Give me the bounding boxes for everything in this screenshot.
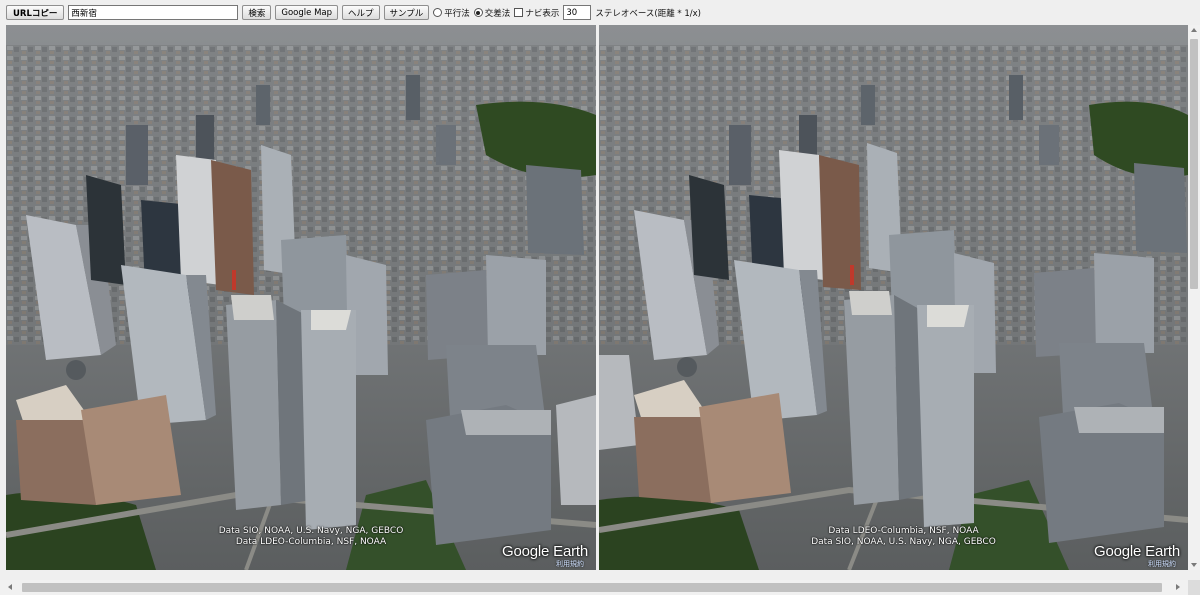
- parallel-radio[interactable]: [433, 8, 443, 17]
- triangle-up-icon[interactable]: [1191, 28, 1197, 32]
- stereo-base-input[interactable]: [563, 5, 592, 20]
- right-earth-view[interactable]: Data LDEO-Columbia, NSF, NOAA Data SIO, …: [599, 25, 1188, 570]
- terms-link[interactable]: 利用規約: [556, 559, 584, 569]
- cross-label: 交差法: [484, 8, 511, 19]
- navi-label: ナビ表示: [525, 8, 560, 19]
- sample-button[interactable]: サンプル: [383, 5, 430, 20]
- search-button[interactable]: 検索: [242, 5, 272, 20]
- toolbar: URLコピー 検索 Google Map ヘルプ サンプル 平行法 交差法 ナビ…: [0, 0, 1200, 25]
- aerial-city-image: [6, 25, 596, 570]
- vertical-scroll-thumb[interactable]: [1190, 39, 1198, 289]
- stereo-base-label: ステレオベース(距離 * 1/x): [595, 8, 701, 19]
- triangle-left-icon[interactable]: [8, 584, 12, 590]
- aerial-city-image: [599, 25, 1188, 570]
- google-earth-logo: Google Earth: [1094, 543, 1180, 560]
- horizontal-scrollbar[interactable]: [0, 580, 1188, 595]
- cross-option[interactable]: 交差法: [473, 7, 511, 19]
- vertical-scrollbar[interactable]: [1188, 25, 1200, 570]
- terms-link[interactable]: 利用規約: [1148, 559, 1176, 569]
- triangle-right-icon[interactable]: [1176, 584, 1180, 590]
- google-map-button[interactable]: Google Map: [275, 5, 339, 20]
- horizontal-scroll-thumb[interactable]: [22, 583, 1162, 592]
- navi-checkbox[interactable]: [514, 8, 524, 17]
- search-input[interactable]: [68, 5, 239, 20]
- parallel-label: 平行法: [444, 8, 470, 19]
- parallel-option[interactable]: 平行法: [433, 7, 470, 19]
- scrollbar-corner: [1188, 580, 1200, 595]
- google-earth-logo: Google Earth: [502, 543, 588, 560]
- left-earth-view[interactable]: Data SIO, NOAA, U.S. Navy, NGA, GEBCO Da…: [6, 25, 596, 570]
- triangle-down-icon[interactable]: [1191, 563, 1197, 567]
- help-button[interactable]: ヘルプ: [342, 5, 380, 20]
- cross-radio[interactable]: [473, 8, 483, 17]
- url-copy-button[interactable]: URLコピー: [6, 5, 65, 20]
- navi-option[interactable]: ナビ表示: [514, 7, 559, 19]
